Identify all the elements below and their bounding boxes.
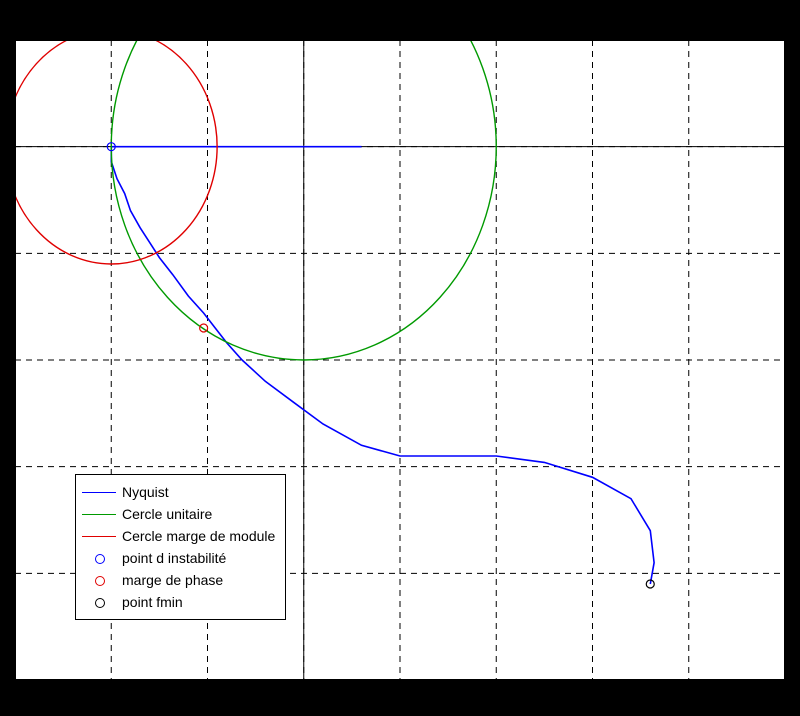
legend-label: Nyquist [122, 484, 169, 500]
legend-item: Cercle unitaire [82, 503, 275, 525]
legend-swatch [82, 505, 116, 523]
legend-swatch [82, 593, 116, 611]
legend-swatch [82, 571, 116, 589]
legend-item: Cercle marge de module [82, 525, 275, 547]
legend-swatch [82, 549, 116, 567]
plot-axes: Nyquist Cercle unitaire Cercle marge de mo… [15, 40, 785, 680]
legend-label: point d instabilité [122, 550, 226, 566]
legend-swatch [82, 527, 116, 545]
legend: Nyquist Cercle unitaire Cercle marge de mo… [75, 474, 286, 620]
legend-label: point fmin [122, 594, 183, 610]
legend-label: Cercle unitaire [122, 506, 212, 522]
legend-swatch [82, 483, 116, 501]
legend-label: marge de phase [122, 572, 223, 588]
legend-item: Nyquist [82, 481, 275, 503]
legend-item: point d instabilité [82, 547, 275, 569]
legend-item: point fmin [82, 591, 275, 613]
legend-item: marge de phase [82, 569, 275, 591]
legend-label: Cercle marge de module [122, 528, 275, 544]
figure: Nyquist Cercle unitaire Cercle marge de mo… [0, 0, 800, 716]
